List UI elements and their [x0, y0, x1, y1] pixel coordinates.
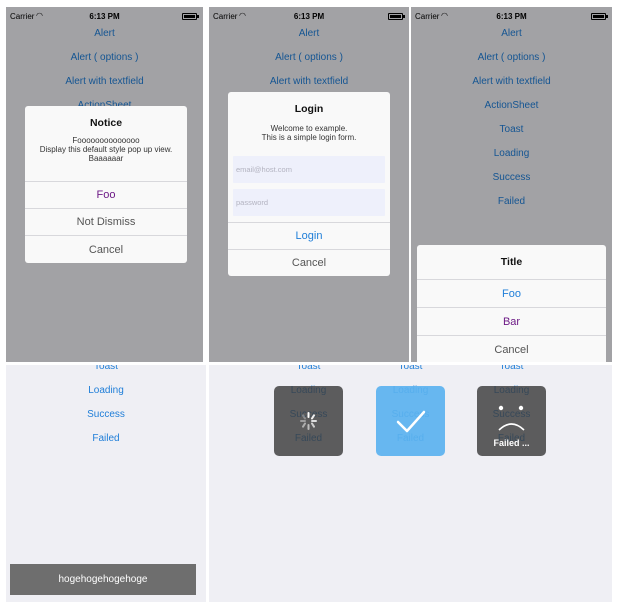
loading-hud [274, 386, 343, 456]
cancel-button[interactable]: Cancel [25, 235, 187, 263]
menu-toast[interactable]: Toast [376, 365, 445, 374]
menu-success[interactable]: Success [6, 408, 206, 422]
alert-message: Foooooooooooooo Display this default sty… [25, 136, 187, 163]
failed-hud: Failed ... [477, 386, 546, 456]
foo-button[interactable]: Foo [25, 181, 187, 208]
alert-message-line: This is a simple login form. [261, 133, 357, 142]
failed-hud-label: Failed ... [493, 438, 530, 448]
alert-message-line: Welcome to example. [270, 124, 348, 133]
menu-failed[interactable]: Failed [6, 432, 206, 446]
menu-loading[interactable]: Loading [6, 384, 206, 398]
menu-toast[interactable]: Toast [274, 365, 343, 374]
screen-login-alert: Carrier ◠ 6:13 PM Alert Alert ( options … [209, 7, 409, 362]
sheet-title: Title [500, 256, 523, 268]
alert-title: Login [294, 103, 324, 115]
action-sheet: Title Foo Bar Cancel [417, 245, 606, 362]
checkmark-icon [396, 410, 426, 433]
menu-toast[interactable]: Toast [6, 365, 206, 374]
cancel-button[interactable]: Cancel [228, 249, 390, 276]
screen-action-sheet: Carrier ◠ 6:13 PM Alert Alert ( options … [411, 7, 612, 362]
alert-message: Welcome to example. This is a simple log… [228, 124, 390, 142]
alert-message-line: Display this default style pop up view. [39, 145, 173, 154]
alert-title: Notice [89, 117, 123, 129]
success-hud [376, 386, 445, 456]
alert-message-line: Foooooooooooooo [72, 136, 140, 145]
bar-button[interactable]: Bar [417, 307, 606, 335]
spinner-icon [300, 412, 317, 430]
menu-toast[interactable]: Toast [477, 365, 546, 374]
screen-notice-alert: Carrier ◠ 6:13 PM Alert Alert ( options … [6, 7, 203, 362]
email-field[interactable]: email@host.com [233, 156, 385, 183]
not-dismiss-button[interactable]: Not Dismiss [25, 208, 187, 235]
screen-huds: Toast Loading Success Failed Toast Loadi… [209, 365, 612, 602]
alert-message-line: Baaaaaar [88, 154, 124, 163]
login-button[interactable]: Login [228, 222, 390, 249]
login-alert: Login Welcome to example. This is a simp… [228, 92, 390, 276]
password-field[interactable]: password [233, 189, 385, 216]
foo-button[interactable]: Foo [417, 279, 606, 307]
notice-alert: Notice Foooooooooooooo Display this defa… [25, 106, 187, 263]
toast-message: hogehogehogehoge [10, 564, 196, 595]
screen-toast: Toast Loading Success Failed hogehogehog… [6, 365, 206, 602]
cancel-button[interactable]: Cancel [417, 335, 606, 362]
